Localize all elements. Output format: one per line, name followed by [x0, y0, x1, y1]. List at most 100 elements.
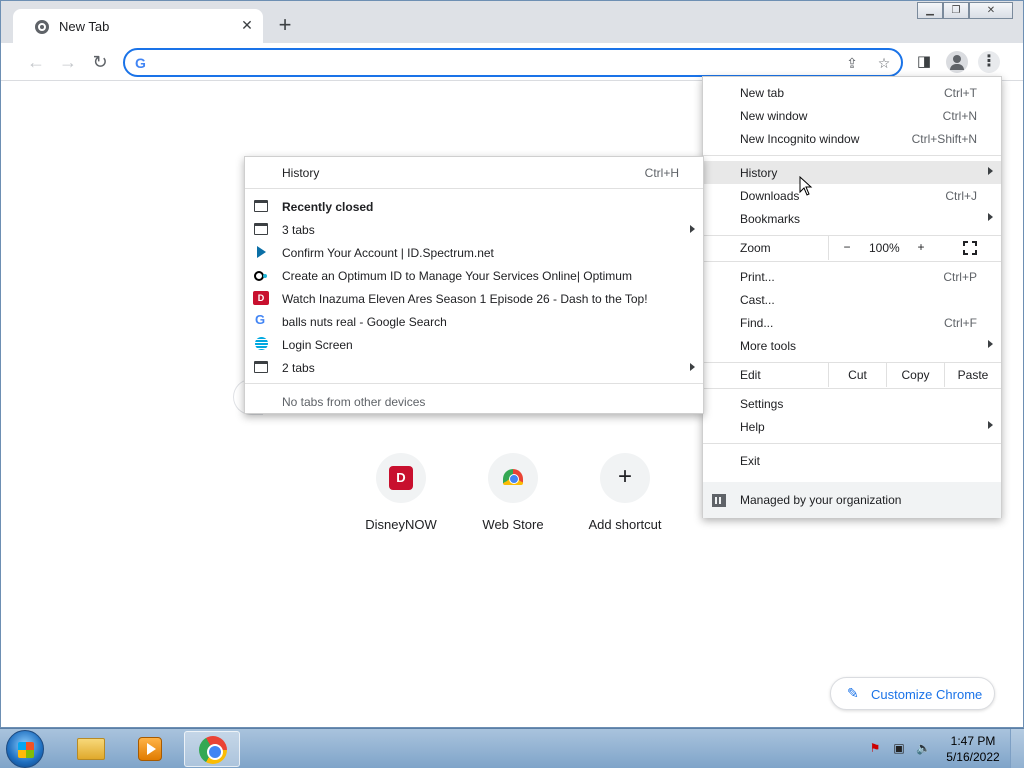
menu-item-find[interactable]: Find... Ctrl+F: [703, 311, 1001, 334]
customize-chrome-button[interactable]: ✎ Customize Chrome: [830, 677, 995, 710]
chrome-menu: New tab Ctrl+T New window Ctrl+N New Inc…: [702, 76, 1002, 518]
reload-button[interactable]: ↻: [89, 51, 111, 73]
clock-time[interactable]: 1:47 PM: [944, 734, 1002, 748]
menu-divider: [703, 261, 1001, 262]
start-button[interactable]: [6, 730, 44, 768]
zoom-in-button[interactable]: +: [913, 240, 929, 254]
menu-item-label: Cast...: [740, 293, 775, 307]
submenu-arrow-icon: [690, 363, 695, 371]
omnibox[interactable]: G ⇪ ☆: [123, 48, 903, 77]
building-icon: [712, 494, 726, 507]
show-desktop-button[interactable]: [1010, 729, 1024, 768]
menu-item-history[interactable]: History: [703, 161, 1001, 184]
att-icon: [255, 337, 268, 350]
shortcut-icon-circle: +: [600, 453, 650, 503]
zoom-label: Zoom: [740, 241, 771, 255]
zoom-controls: − 100% +: [828, 236, 1001, 260]
menu-item-help[interactable]: Help: [703, 415, 1001, 438]
menu-item-bookmarks[interactable]: Bookmarks: [703, 207, 1001, 230]
menu-item-new-incognito[interactable]: New Incognito window Ctrl+Shift+N: [703, 127, 1001, 150]
forward-button[interactable]: →: [57, 51, 79, 73]
recently-closed-item[interactable]: Login Screen: [245, 333, 703, 356]
recently-closed-item[interactable]: 2 tabs: [245, 356, 703, 379]
menu-item-downloads[interactable]: Downloads Ctrl+J: [703, 184, 1001, 207]
menu-divider: [703, 443, 1001, 444]
shortcut-icon-circle: D: [376, 453, 426, 503]
clock-date[interactable]: 5/16/2022: [944, 750, 1002, 764]
paste-button[interactable]: Paste: [944, 363, 1001, 387]
edit-label: Edit: [740, 368, 761, 382]
chrome-menu-button[interactable]: ⋮: [978, 51, 1000, 73]
tab-new-tab[interactable]: New Tab ✕: [13, 9, 263, 43]
recently-closed-item[interactable]: D Watch Inazuma Eleven Ares Season 1 Epi…: [245, 287, 703, 310]
submenu-arrow-icon: [988, 213, 993, 221]
copy-button[interactable]: Copy: [886, 363, 944, 387]
submenu-item-shortcut: Ctrl+H: [644, 166, 679, 180]
menu-item-label: More tools: [740, 339, 797, 353]
share-icon[interactable]: ⇪: [843, 54, 861, 72]
window-icon: [254, 223, 268, 235]
bookmark-star-icon[interactable]: ☆: [875, 54, 893, 72]
recently-closed-item[interactable]: Confirm Your Account | ID.Spectrum.net: [245, 241, 703, 264]
menu-item-exit[interactable]: Exit: [703, 449, 1001, 472]
cut-button[interactable]: Cut: [828, 363, 886, 387]
taskbar: ⚑ ▣ 🔈 1:47 PM 5/16/2022: [0, 728, 1024, 768]
recently-closed-item[interactable]: 3 tabs: [245, 218, 703, 241]
fullscreen-icon[interactable]: [963, 241, 977, 255]
recently-closed-label: 3 tabs: [282, 223, 315, 237]
menu-item-new-tab[interactable]: New tab Ctrl+T: [703, 81, 1001, 104]
menu-item-settings[interactable]: Settings: [703, 392, 1001, 415]
close-window-button[interactable]: ✕: [969, 2, 1013, 19]
taskbar-explorer[interactable]: [62, 731, 118, 767]
menu-item-more-tools[interactable]: More tools: [703, 334, 1001, 357]
recently-closed-label: Recently closed: [282, 200, 374, 214]
submenu-item-history[interactable]: History Ctrl+H: [245, 161, 703, 184]
menu-item-print[interactable]: Print... Ctrl+P: [703, 265, 1001, 288]
web-store-icon: [503, 469, 523, 485]
menu-item-shortcut: Ctrl+T: [944, 86, 977, 100]
taskbar-chrome[interactable]: [184, 731, 240, 767]
menu-divider: [703, 388, 1001, 389]
back-button[interactable]: ←: [25, 51, 47, 73]
window-controls: ▁ ❐ ✕: [917, 2, 1017, 20]
menu-item-label: Downloads: [740, 189, 800, 203]
taskbar-media-player[interactable]: [122, 731, 178, 767]
volume-icon[interactable]: 🔈: [916, 741, 931, 755]
optimum-icon: [254, 271, 268, 281]
pencil-icon: ✎: [847, 685, 859, 701]
zoom-out-button[interactable]: −: [839, 240, 855, 254]
managed-by-organization[interactable]: Managed by your organization: [703, 482, 1001, 518]
menu-item-cast[interactable]: Cast...: [703, 288, 1001, 311]
tab-strip: New Tab ✕ + ▁ ❐ ✕: [1, 1, 1023, 43]
menu-item-label: Print...: [740, 270, 775, 284]
google-icon: G: [255, 312, 266, 327]
profile-avatar-icon[interactable]: [946, 51, 968, 73]
minimize-button[interactable]: ▁: [917, 2, 943, 19]
close-tab-icon[interactable]: ✕: [239, 17, 255, 33]
media-player-icon: [138, 737, 162, 761]
network-icon[interactable]: ▣: [892, 741, 906, 755]
menu-item-label: Settings: [740, 397, 784, 411]
chrome-icon: [199, 736, 227, 764]
shortcut-add[interactable]: + Add shortcut: [569, 451, 681, 551]
submenu-arrow-icon: [690, 225, 695, 233]
address-input[interactable]: [155, 53, 835, 72]
menu-edit-row: Edit Cut Copy Paste: [703, 363, 1001, 387]
side-panel-icon[interactable]: ◨: [914, 52, 934, 72]
maximize-button[interactable]: ❐: [943, 2, 969, 19]
recently-closed-label: Watch Inazuma Eleven Ares Season 1 Episo…: [282, 292, 648, 306]
submenu-divider: [245, 383, 703, 384]
menu-item-label: Help: [740, 420, 765, 434]
action-center-flag-icon[interactable]: ⚑: [868, 741, 882, 755]
recently-closed-header: Recently closed: [245, 195, 703, 218]
submenu-divider: [245, 188, 703, 189]
shortcut-web-store[interactable]: Web Store: [457, 451, 569, 551]
menu-item-new-window[interactable]: New window Ctrl+N: [703, 104, 1001, 127]
recently-closed-item[interactable]: G balls nuts real - Google Search: [245, 310, 703, 333]
recently-closed-item[interactable]: Create an Optimum ID to Manage Your Serv…: [245, 264, 703, 287]
new-tab-button[interactable]: +: [275, 14, 295, 36]
menu-item-shortcut: Ctrl+F: [944, 316, 977, 330]
customize-chrome-label: Customize Chrome: [871, 687, 983, 702]
recently-closed-label: Login Screen: [282, 338, 353, 352]
shortcut-disneynow[interactable]: D DisneyNOW: [345, 451, 457, 551]
